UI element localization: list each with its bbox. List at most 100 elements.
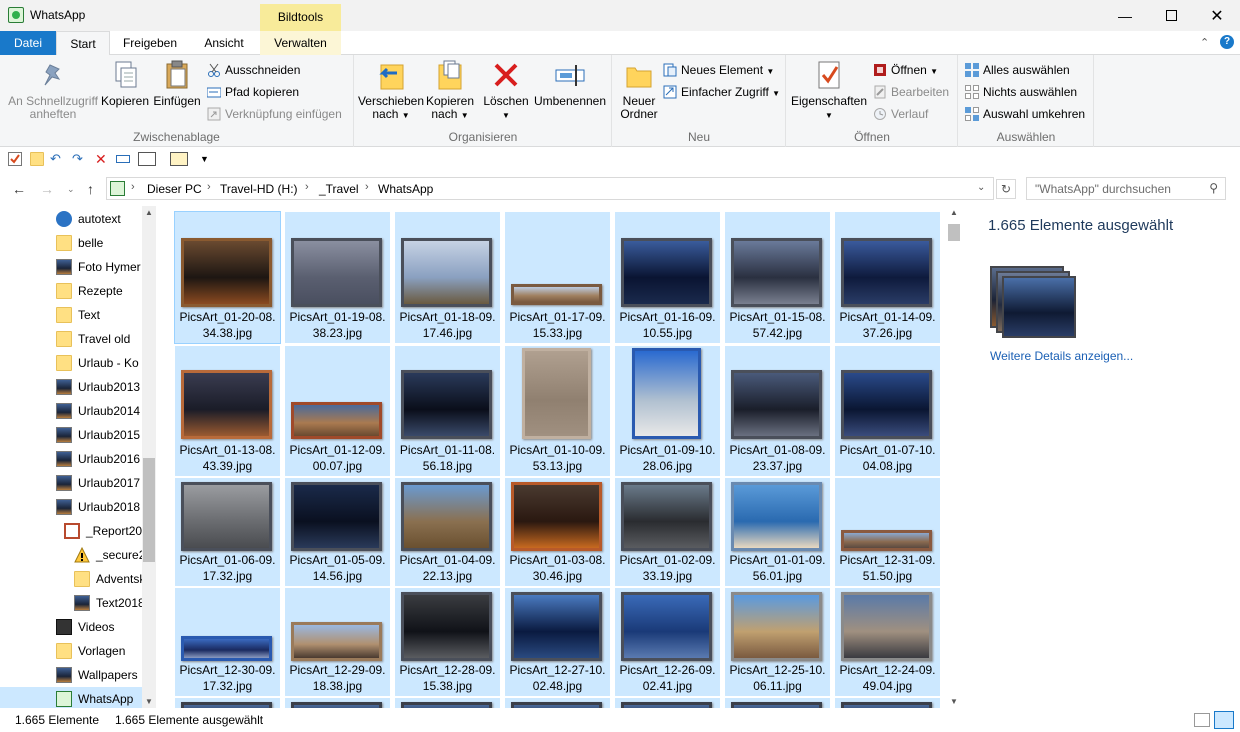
scroll-down-icon[interactable]: ▼ bbox=[145, 697, 153, 706]
file-item[interactable]: PicsArt_01-12-09. 00.07.jpg bbox=[285, 346, 390, 476]
delete-button[interactable]: Löschen ▼ bbox=[481, 59, 531, 122]
maximize-button[interactable] bbox=[1148, 0, 1194, 31]
file-item[interactable]: PicsArt_12-26-09. 02.41.jpg bbox=[615, 588, 720, 696]
breadcrumb-whatsapp[interactable]: WhatsApp bbox=[378, 182, 433, 196]
tab-manage[interactable]: Verwalten bbox=[260, 31, 341, 55]
paste-shortcut-button[interactable]: Verknüpfung einfügen bbox=[205, 104, 342, 124]
edit-button[interactable]: Bearbeiten bbox=[871, 82, 949, 102]
paste-button[interactable]: Einfügen bbox=[152, 59, 202, 108]
undo-icon[interactable]: ↶ bbox=[50, 152, 64, 166]
file-item[interactable]: PicsArt_01-13-08. 43.39.jpg bbox=[175, 346, 280, 476]
sidebar-item-report20[interactable]: _Report20 bbox=[0, 519, 142, 543]
file-item[interactable]: PicsArt_12-30-09. 17.32.jpg bbox=[175, 588, 280, 696]
close-button[interactable]: ✕ bbox=[1194, 0, 1240, 31]
sidebar-item-urlaub2016[interactable]: Urlaub2016 bbox=[0, 447, 142, 471]
refresh-icon[interactable]: ↻ bbox=[996, 179, 1016, 199]
sidebar-item-vorlagen[interactable]: Vorlagen bbox=[0, 639, 142, 663]
breadcrumb-drive[interactable]: Travel-HD (H:) bbox=[220, 182, 298, 196]
file-item[interactable]: PicsArt_01-14-09. 37.26.jpg bbox=[835, 212, 940, 343]
file-item[interactable]: PicsArt_01-03-08. 30.46.jpg bbox=[505, 478, 610, 586]
sidebar-item-urlaub2017[interactable]: Urlaub2017 bbox=[0, 471, 142, 495]
select-none-button[interactable]: Nichts auswählen bbox=[963, 82, 1077, 102]
redo-icon[interactable]: ↷ bbox=[72, 152, 86, 166]
sidebar-item-urlaub2014[interactable]: Urlaub2014 bbox=[0, 399, 142, 423]
sidebar-item-urlaub2015[interactable]: Urlaub2015 bbox=[0, 423, 142, 447]
file-item[interactable]: PicsArt_01-04-09. 22.13.jpg bbox=[395, 478, 500, 586]
scroll-down-icon[interactable]: ▼ bbox=[950, 697, 958, 706]
address-dropdown-icon[interactable]: ⌄ bbox=[977, 182, 985, 193]
content-scrollbar[interactable]: ▲ ▼ bbox=[946, 206, 962, 708]
file-item[interactable]: PicsArt_12-27-10. 02.48.jpg bbox=[505, 588, 610, 696]
copy-path-button[interactable]: Pfad kopieren bbox=[205, 82, 299, 102]
file-item[interactable] bbox=[175, 698, 280, 708]
customize-toolbar-icon[interactable]: ▼ bbox=[200, 152, 214, 166]
back-icon[interactable]: ← bbox=[12, 181, 26, 197]
sidebar-item-urlaub2013[interactable]: Urlaub2013 bbox=[0, 375, 142, 399]
sidebar-item-videos[interactable]: Videos bbox=[0, 615, 142, 639]
cut-button[interactable]: Ausschneiden bbox=[205, 60, 300, 80]
sidebar-item-urlaub-ko[interactable]: Urlaub - Ko bbox=[0, 351, 142, 375]
help-icon[interactable]: ? bbox=[1220, 35, 1234, 49]
file-item[interactable]: PicsArt_01-06-09. 17.32.jpg bbox=[175, 478, 280, 586]
file-item[interactable]: PicsArt_01-08-09. 23.37.jpg bbox=[725, 346, 830, 476]
file-item[interactable]: PicsArt_01-02-09. 33.19.jpg bbox=[615, 478, 720, 586]
new-item-button[interactable]: Neues Element ▼ bbox=[661, 60, 774, 80]
scrollbar-thumb[interactable] bbox=[143, 458, 155, 562]
sidebar-item-text[interactable]: Text bbox=[0, 303, 142, 327]
sidebar-item-autotext[interactable]: autotext bbox=[0, 207, 142, 231]
whatsapp-icon[interactable] bbox=[8, 7, 24, 23]
sidebar-item-whatsapp[interactable]: WhatsApp bbox=[0, 687, 142, 708]
file-item[interactable]: PicsArt_01-11-08. 56.18.jpg bbox=[395, 346, 500, 476]
file-item[interactable]: PicsArt_01-19-08. 38.23.jpg bbox=[285, 212, 390, 343]
file-item[interactable] bbox=[395, 698, 500, 708]
copy-button[interactable]: Kopieren bbox=[100, 59, 150, 108]
rename-icon[interactable] bbox=[116, 155, 130, 163]
file-item[interactable]: PicsArt_01-15-08. 57.42.jpg bbox=[725, 212, 830, 343]
open-button[interactable]: Öffnen ▼ bbox=[871, 60, 938, 80]
view-icon[interactable] bbox=[138, 152, 156, 166]
copy-to-icon[interactable] bbox=[170, 152, 188, 166]
rename-button[interactable]: Umbenennen bbox=[531, 59, 609, 108]
file-item[interactable] bbox=[725, 698, 830, 708]
details-view-icon[interactable] bbox=[1194, 713, 1210, 727]
tab-share[interactable]: Freigeben bbox=[112, 31, 188, 55]
invert-selection-button[interactable]: Auswahl umkehren bbox=[963, 104, 1085, 124]
new-folder-icon[interactable] bbox=[30, 152, 44, 166]
sidebar-item-travel-old[interactable]: Travel old bbox=[0, 327, 142, 351]
file-item[interactable]: PicsArt_01-17-09. 15.33.jpg bbox=[505, 212, 610, 343]
navigation-scrollbar[interactable]: ▲ ▼ bbox=[142, 206, 156, 708]
pin-quick-access-button[interactable]: An Schnellzugriff anheften bbox=[4, 59, 102, 121]
sidebar-item-urlaub2018[interactable]: Urlaub2018 bbox=[0, 495, 142, 519]
file-item[interactable]: PicsArt_12-25-10. 06.11.jpg bbox=[725, 588, 830, 696]
file-item[interactable]: PicsArt_12-28-09. 15.38.jpg bbox=[395, 588, 500, 696]
up-icon[interactable]: ↑ bbox=[87, 181, 94, 197]
collapse-ribbon-icon[interactable]: ⌃ bbox=[1200, 36, 1209, 49]
new-folder-button[interactable]: Neuer Ordner bbox=[615, 59, 663, 121]
large-icons-view-icon[interactable] bbox=[1214, 711, 1234, 729]
sidebar-item-text2018[interactable]: Text2018 bbox=[0, 591, 142, 615]
file-item[interactable] bbox=[505, 698, 610, 708]
address-bar[interactable]: › Dieser PC › Travel-HD (H:) › _Travel ›… bbox=[106, 177, 994, 200]
easy-access-button[interactable]: Einfacher Zugriff ▼ bbox=[661, 82, 780, 102]
file-item[interactable]: PicsArt_01-20-08. 34.38.jpg bbox=[174, 211, 281, 344]
file-item[interactable]: PicsArt_12-31-09. 51.50.jpg bbox=[835, 478, 940, 586]
breadcrumb-travel[interactable]: _Travel bbox=[319, 182, 359, 196]
forward-icon[interactable]: → bbox=[40, 181, 54, 197]
sidebar-item-wallpapers[interactable]: Wallpapers bbox=[0, 663, 142, 687]
tab-start[interactable]: Start bbox=[56, 31, 110, 56]
scroll-up-icon[interactable]: ▲ bbox=[950, 208, 958, 217]
search-input[interactable]: "WhatsApp" durchsuchen ⚲ bbox=[1026, 177, 1226, 200]
sidebar-item-secure2[interactable]: _secure2 bbox=[0, 543, 142, 567]
sidebar-item-rezepte[interactable]: Rezepte bbox=[0, 279, 142, 303]
file-item[interactable]: PicsArt_01-16-09. 10.55.jpg bbox=[615, 212, 720, 343]
file-item[interactable] bbox=[835, 698, 940, 708]
minimize-button[interactable]: — bbox=[1102, 0, 1148, 31]
file-item[interactable]: PicsArt_01-01-09. 56.01.jpg bbox=[725, 478, 830, 586]
select-all-button[interactable]: Alles auswählen bbox=[963, 60, 1070, 80]
file-item[interactable]: PicsArt_01-05-09. 14.56.jpg bbox=[285, 478, 390, 586]
file-item[interactable] bbox=[615, 698, 720, 708]
tab-file[interactable]: Datei bbox=[0, 31, 56, 55]
file-item[interactable] bbox=[285, 698, 390, 708]
move-to-button[interactable]: Verschieben nach ▼ bbox=[357, 59, 425, 122]
file-item[interactable]: PicsArt_12-24-09. 49.04.jpg bbox=[835, 588, 940, 696]
